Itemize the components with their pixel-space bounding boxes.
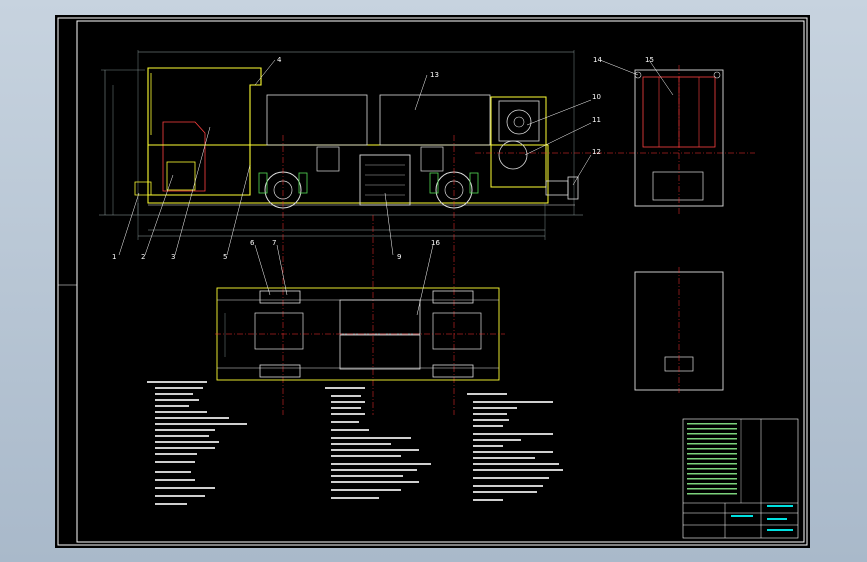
plan-gearbox-front [254,312,304,350]
notes-column-1 [147,381,247,505]
brake-shoe [258,172,268,194]
part-label-4: 4 [277,56,282,64]
plan-wheel [432,364,474,378]
side-view [634,65,724,393]
control-console [162,121,206,192]
leader-line [254,59,276,86]
leader-line [414,74,428,111]
plan-wheel [259,290,301,304]
rear-coupler [545,180,569,196]
title-block-rows [687,423,737,495]
side-chassis [652,171,704,201]
leader-line [648,59,674,96]
plan-motor-lower [339,334,421,370]
leader-line [572,154,592,186]
battery-box [166,161,196,191]
leader-line [254,244,271,296]
cad-viewport[interactable]: 4 13 10 11 12 14 15 1 2 3 5 6 7 9 16 [55,15,810,548]
plan-wheel [259,364,301,378]
suspension-bracket [316,146,340,172]
part-label-1: 1 [112,253,116,261]
side-lamp [713,71,721,79]
main-frame [147,144,549,204]
leader-line [118,192,140,256]
traction-motor [359,154,411,206]
leader-line [526,99,592,126]
plan-motor-upper [339,299,421,335]
engineering-drawing: 4 13 10 11 12 14 15 1 2 3 5 6 7 9 16 [57,17,808,546]
part-label-6: 6 [250,239,255,247]
part-label-13: 13 [430,71,439,79]
equipment-box-left [266,94,368,146]
plan-gearbox-rear [432,312,482,350]
part-label-16: 16 [431,239,440,247]
title-block [682,418,799,539]
leader-line [599,59,639,76]
notes-column-2 [325,387,431,499]
leader-line [276,244,288,296]
part-label-14: 14 [593,56,602,64]
gearbox-hub [513,116,525,128]
part-label-11: 11 [592,116,601,124]
gearbox-housing [498,100,540,142]
part-label-12: 12 [592,148,601,156]
rear-buffer [567,176,579,200]
leader-line [416,244,434,316]
plan-view [215,287,505,381]
part-label-9: 9 [397,253,401,261]
front-coupler [134,181,152,196]
suspension-bracket [420,146,444,172]
part-label-3: 3 [171,253,175,261]
brake-shoe [429,172,439,194]
title-block-cyan-text [731,505,793,531]
leader-line [384,192,394,256]
plan-wheel [432,290,474,304]
front-elevation-view [99,50,755,415]
part-label-2: 2 [141,253,145,261]
notes-column-3 [467,393,563,501]
technical-notes [147,381,563,505]
part-label-15: 15 [645,56,654,64]
gearbox-wheel [506,109,532,135]
brake-shoe [469,172,479,194]
leader-line [226,164,251,256]
brake-shoe [298,172,308,194]
part-label-10: 10 [592,93,601,101]
equipment-box-right [379,94,491,146]
part-label-5: 5 [223,253,227,261]
part-label-7: 7 [272,239,276,247]
cab-outline [147,67,262,196]
outer-sheet-border [57,17,808,546]
leader-line [524,122,592,156]
